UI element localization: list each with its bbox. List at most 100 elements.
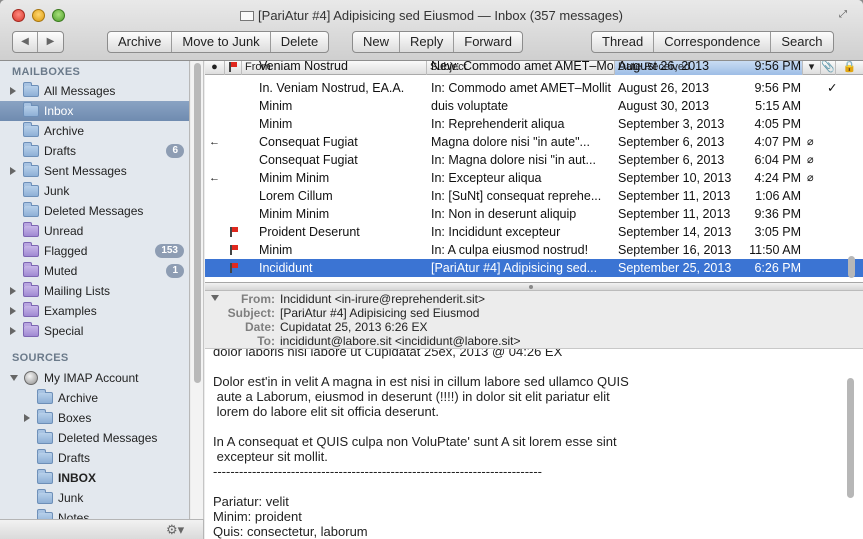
to-value[interactable]: incididunt@labore.sit <incididunt@labore… [280, 334, 521, 348]
sidebar-item-all-messages[interactable]: All Messages [0, 81, 189, 101]
sidebar-item-examples[interactable]: Examples [0, 301, 189, 321]
reply-button[interactable]: Reply [400, 32, 455, 52]
sidebar-item-account-notes[interactable]: Notes [0, 508, 189, 519]
forward-nav-button[interactable]: ▶ [38, 32, 63, 52]
mail-window: [PariAtur #4] Adipisicing sed Eiusmod — … [0, 0, 863, 539]
sidebar-item-mailing-lists[interactable]: Mailing Lists [0, 281, 189, 301]
message-row[interactable]: Proident Deserunt In: Incididunt excepteu… [205, 223, 863, 241]
date-label: Date: [244, 320, 275, 334]
message-row[interactable]: Minim In: A culpa eiusmod nostrud! Septemb… [205, 241, 863, 259]
disclosure-triangle-icon[interactable] [10, 327, 16, 335]
sidebar-item-special[interactable]: Special [0, 321, 189, 341]
sidebar-item-account-deleted-messages[interactable]: Deleted Messages [0, 428, 189, 448]
sidebar-item-flagged[interactable]: Flagged 153 [0, 241, 189, 261]
sidebar-item-deleted-messages[interactable]: Deleted Messages [0, 201, 189, 221]
attachment-icon: ⌀ [807, 154, 814, 166]
back-button[interactable]: ◀ [13, 32, 38, 52]
message-time: 4:24 PM [754, 171, 801, 185]
sidebar-scrollbar[interactable] [191, 61, 204, 519]
sidebar-item-account-drafts[interactable]: Drafts [0, 448, 189, 468]
message-row[interactable]: Minim In: Reprehenderit aliqua September 3… [205, 115, 863, 133]
message-row[interactable]: Consequat Fugiat In: Magna dolore nisi "i… [205, 151, 863, 169]
message-row[interactable]: Veniam Nostrud New: Commodo amet AMET–Mol… [205, 61, 863, 75]
message-list-scrollbar[interactable] [846, 76, 857, 281]
delete-button[interactable]: Delete [271, 32, 329, 52]
message-row[interactable]: ← Consequat Fugiat Magna dolore nisi "in a… [205, 133, 863, 151]
message-from: Veniam Nostrud [259, 61, 348, 73]
thread-button[interactable]: Thread [592, 32, 655, 52]
gear-icon[interactable]: ⚙▾ [166, 522, 184, 538]
disclosure-triangle-icon[interactable] [10, 167, 16, 175]
from-value[interactable]: Incididunt <in-irure@reprehenderit.sit> [280, 292, 485, 306]
search-button[interactable]: Search [771, 32, 832, 52]
envelope-icon [240, 11, 255, 21]
header-date-row: Date: Cupidatat 25, 2013 6:26 EX [205, 320, 845, 334]
message-row[interactable]: Lorem Cillum In: [SuNt] consequat reprehe… [205, 187, 863, 205]
window-title: [PariAtur #4] Adipisicing sed Eiusmod — … [258, 8, 623, 23]
flagged-count-badge: 153 [155, 244, 184, 258]
sidebar-item-junk[interactable]: Junk [0, 181, 189, 201]
date-value: Cupidatat 25, 2013 6:26 EX [280, 320, 428, 334]
sidebar-item-drafts[interactable]: Drafts 6 [0, 141, 189, 161]
folder-icon [37, 409, 53, 424]
mailboxes-header: MAILBOXES [12, 66, 81, 78]
message-from: In. Veniam Nostrud, EA.A. [259, 81, 405, 95]
flag-icon[interactable] [230, 245, 238, 255]
flag-icon[interactable] [230, 227, 238, 237]
message-subject: In: Excepteur aliqua [431, 171, 542, 185]
folder-icon [23, 82, 39, 97]
forward-button[interactable]: Forward [454, 32, 522, 52]
fullscreen-icon[interactable]: ⤢ [839, 9, 851, 21]
message-row[interactable]: Minim duis voluptate August 30, 2013 5:15 A… [205, 97, 863, 115]
message-row[interactable]: Incididunt [PariAtur #4] Adipisicing sed.… [205, 259, 863, 277]
message-subject: In: Commodo amet AMET–Mollit [431, 81, 611, 95]
flag-icon[interactable] [230, 263, 238, 273]
disclosure-triangle-icon[interactable] [24, 414, 30, 422]
message-subject: New: Commodo amet AMET–Mollit [431, 61, 613, 73]
message-time: 6:26 PM [754, 261, 801, 275]
message-row[interactable]: In. Veniam Nostrud, EA.A. In: Commodo ame… [205, 79, 863, 97]
disclosure-triangle-open-icon[interactable] [10, 375, 18, 381]
sidebar-item-label: All Messages [44, 84, 116, 98]
message-subject: In: A culpa eiusmod nostrud! [431, 243, 589, 257]
archive-button[interactable]: Archive [108, 32, 173, 52]
message-actions-group: Archive Move to Junk Delete [107, 31, 330, 53]
sidebar-item-account-inbox[interactable]: INBOX [0, 468, 189, 488]
message-time: 11:50 AM [749, 243, 801, 257]
sidebar-item-muted[interactable]: Muted 1 [0, 261, 189, 281]
header-to-row: To: incididunt@labore.sit <incididunt@la… [205, 334, 845, 348]
sidebar-scroll-thumb[interactable] [194, 63, 201, 383]
sidebar-item-account-junk[interactable]: Junk [0, 488, 189, 508]
sidebar-item-my-imap-account[interactable]: My IMAP Account [0, 368, 189, 388]
disclosure-triangle-icon[interactable] [10, 307, 16, 315]
message-body-text[interactable]: dolor laboris nisi labore ut Cupidatat 2… [213, 349, 833, 539]
sidebar-item-label: Sent Messages [44, 164, 127, 178]
message-body-scroll-thumb[interactable] [847, 378, 854, 498]
sidebar-item-archive[interactable]: Archive [0, 121, 189, 141]
sidebar-item-label: Special [44, 324, 84, 338]
correspondence-button[interactable]: Correspondence [654, 32, 772, 52]
compose-actions-group: New Reply Forward [352, 31, 523, 53]
disclosure-triangle-icon[interactable] [10, 287, 16, 295]
sidebar-item-account-archive[interactable]: Archive [0, 388, 189, 408]
sidebar-item-sent-messages[interactable]: Sent Messages [0, 161, 189, 181]
sidebar-item-label: Notes [58, 511, 90, 519]
disclosure-triangle-icon[interactable] [10, 87, 16, 95]
sidebar-item-unread[interactable]: Unread [0, 221, 189, 241]
new-message-button[interactable]: New [353, 32, 401, 52]
message-date: August 26, 2013 [618, 61, 710, 73]
message-list-scroll-thumb[interactable] [848, 256, 855, 278]
move-to-junk-button[interactable]: Move to Junk [172, 32, 271, 52]
message-date: September 6, 2013 [618, 153, 725, 167]
splitter-grip-icon[interactable] [529, 285, 533, 289]
sidebar-item-inbox[interactable]: Inbox [0, 101, 189, 121]
smart-mailbox-icon [23, 222, 39, 237]
message-row[interactable]: ← Minim Minim In: Excepteur aliqua Septembe… [205, 169, 863, 187]
pane-splitter[interactable] [205, 282, 863, 291]
unread-count-badge: 6 [166, 144, 184, 158]
message-body-scrollbar[interactable] [845, 350, 857, 538]
to-label: To: [257, 334, 275, 348]
smart-mailbox-folder-icon [23, 322, 39, 337]
sidebar-item-account-boxes[interactable]: Boxes [0, 408, 189, 428]
message-row[interactable]: Minim Minim In: Non in deserunt aliquip Se… [205, 205, 863, 223]
